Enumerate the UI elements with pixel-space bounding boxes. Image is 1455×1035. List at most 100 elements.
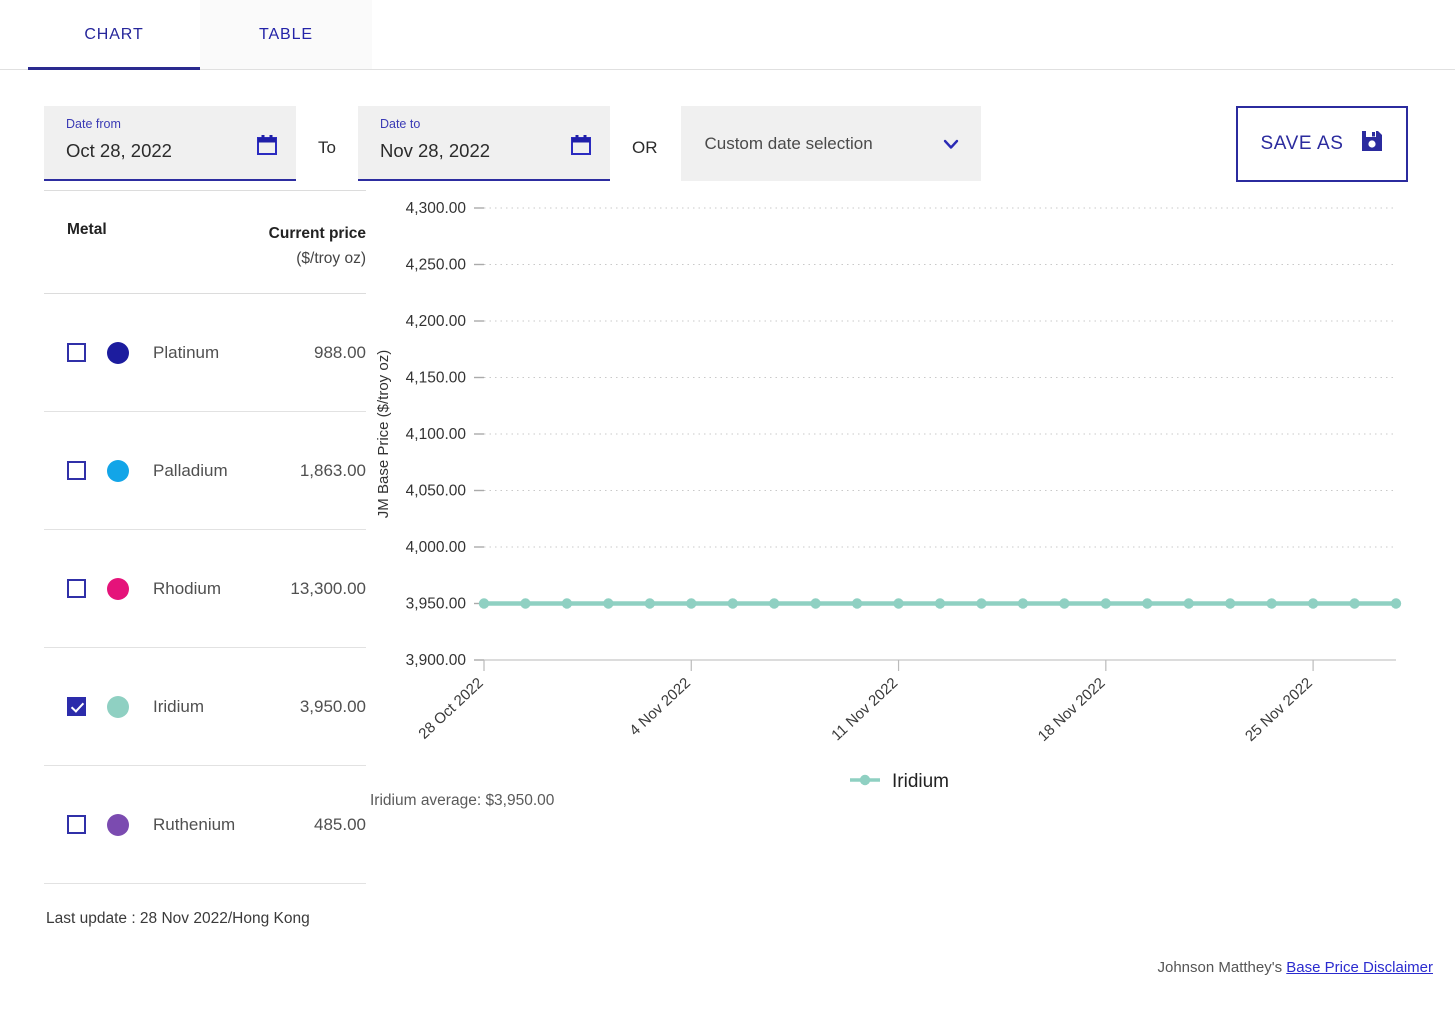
x-tick-label: 28 Oct 2022 (415, 674, 486, 742)
data-point[interactable] (1266, 598, 1277, 609)
checkbox-platinum[interactable] (67, 343, 86, 362)
tab-chart-label: CHART (84, 25, 144, 43)
data-point[interactable] (893, 598, 904, 609)
metal-price: 988.00 (314, 342, 366, 362)
data-point[interactable] (851, 598, 863, 609)
color-swatch-icon (107, 813, 129, 836)
custom-date-selection-dropdown[interactable]: Custom date selection (681, 106, 982, 181)
y-tick-label: 4,000.00 (406, 539, 467, 556)
metal-row-platinum[interactable]: Platinum 988.00 (44, 294, 366, 412)
disclaimer-text: Johnson Matthey's Base Price Disclaimer (1158, 959, 1434, 976)
to-separator: To (318, 138, 336, 157)
y-tick-label: 3,900.00 (406, 652, 467, 669)
header-metal: Metal (67, 221, 107, 238)
calendar-icon[interactable] (256, 134, 278, 156)
metal-name: Palladium (153, 460, 228, 480)
controls-bar: Date from Oct 28, 2022 To Date to Nov 28… (0, 70, 1455, 190)
legend-marker-icon (859, 774, 871, 786)
tab-bar: CHART TABLE (0, 0, 1455, 70)
header-current-price-line2: ($/troy oz) (296, 250, 366, 267)
last-update-text: Last update : 28 Nov 2022/Hong Kong (46, 910, 310, 927)
color-swatch-icon (107, 341, 129, 364)
data-point[interactable] (768, 598, 780, 609)
header-current-price-line1: Current price (268, 225, 366, 242)
metal-name: Iridium (153, 696, 205, 716)
footer: Johnson Matthey's Base Price Disclaimer (0, 928, 1455, 990)
color-swatch-icon (107, 577, 129, 600)
data-point[interactable] (1224, 598, 1236, 609)
data-point[interactable] (1349, 598, 1360, 609)
save-as-label: SAVE AS (1260, 133, 1344, 154)
data-point[interactable] (1183, 598, 1194, 609)
date-to-field[interactable]: Date to Nov 28, 2022 (357, 106, 610, 181)
tab-table-label: TABLE (259, 25, 313, 43)
y-tick-label: 4,150.00 (406, 370, 467, 387)
color-swatch-icon (107, 695, 129, 718)
data-point[interactable] (1100, 598, 1112, 609)
y-tick-label: 3,950.00 (406, 596, 467, 613)
data-point[interactable] (934, 598, 946, 609)
data-point[interactable] (1307, 598, 1319, 609)
price-line-chart[interactable]: JM Base Price ($/troy oz) 3,900.00 3,950.0… (366, 190, 1411, 792)
data-point[interactable] (976, 598, 987, 609)
tab-spacer (0, 0, 28, 69)
chart-average-text: Iridium average: $3,950.00 (370, 792, 555, 809)
checkbox-rhodium[interactable] (67, 579, 86, 598)
date-from-value: Oct 28, 2022 (66, 140, 172, 161)
data-point[interactable] (644, 598, 656, 609)
color-swatch-icon (107, 459, 129, 482)
metal-name: Platinum (153, 342, 220, 362)
metal-name: Rhodium (153, 578, 222, 598)
data-point[interactable] (603, 598, 614, 609)
main-content: Metal Current price ($/troy oz) Platinum… (0, 190, 1455, 928)
data-point[interactable] (1059, 598, 1070, 609)
metal-rows: Platinum 988.00 Palladium 1,863.00 Rhodium 13… (44, 294, 366, 884)
y-axis-title: JM Base Price ($/troy oz) (375, 350, 392, 518)
metal-list-panel: Metal Current price ($/troy oz) Platinum… (44, 190, 366, 928)
metal-price: 1,863.00 (299, 460, 366, 480)
metal-price: 3,950.00 (299, 696, 366, 716)
header-current-price: Current price ($/troy oz) (269, 221, 366, 271)
base-price-disclaimer-link[interactable]: Base Price Disclaimer (1286, 959, 1433, 976)
x-tick-label: 18 Nov 2022 (1035, 674, 1109, 744)
data-point[interactable] (810, 598, 821, 609)
metal-row-palladium[interactable]: Palladium 1,863.00 (44, 412, 366, 530)
x-tick-label: 11 Nov 2022 (828, 674, 901, 744)
tab-table[interactable]: TABLE (200, 0, 372, 69)
y-tick-label: 4,200.00 (406, 313, 467, 330)
chart-area: JM Base Price ($/troy oz) 3,900.00 3,950.0… (366, 190, 1411, 792)
disclaimer-prefix: Johnson Matthey's (1157, 959, 1283, 976)
legend-label[interactable]: Iridium (892, 771, 949, 792)
x-tick-label: 4 Nov 2022 (626, 674, 694, 739)
calendar-icon[interactable] (570, 134, 592, 156)
metal-row-rhodium[interactable]: Rhodium 13,300.00 (44, 530, 366, 648)
metal-row-ruthenium[interactable]: Ruthenium 485.00 (44, 766, 366, 884)
metal-price: 485.00 (314, 814, 366, 834)
chart-panel: JM Base Price ($/troy oz) 3,900.00 3,950.0… (366, 190, 1455, 928)
or-separator: OR (631, 138, 658, 157)
data-point[interactable] (1017, 598, 1029, 609)
date-from-field[interactable]: Date from Oct 28, 2022 (44, 106, 296, 181)
floppy-disk-icon (1360, 129, 1384, 159)
metal-price: 13,300.00 (290, 578, 366, 598)
data-point[interactable] (1390, 598, 1402, 609)
data-point[interactable] (520, 598, 531, 609)
y-tick-label: 4,300.00 (406, 200, 467, 217)
data-point[interactable] (561, 598, 573, 609)
tab-chart[interactable]: CHART (28, 0, 200, 70)
checkbox-palladium[interactable] (67, 461, 86, 480)
data-point[interactable] (686, 598, 697, 609)
metal-row-iridium[interactable]: Iridium 3,950.00 (44, 648, 366, 766)
data-point[interactable] (727, 598, 738, 609)
checkbox-ruthenium[interactable] (67, 815, 86, 834)
metal-name: Ruthenium (153, 814, 236, 834)
date-to-label: Date to (379, 117, 421, 131)
y-tick-label: 4,050.00 (406, 483, 467, 500)
metal-table-header: Metal Current price ($/troy oz) (44, 190, 366, 294)
checkbox-iridium[interactable] (67, 697, 86, 716)
date-from-label: Date from (66, 117, 121, 131)
data-point[interactable] (478, 598, 490, 609)
data-point[interactable] (1142, 598, 1153, 609)
date-to-value: Nov 28, 2022 (379, 140, 491, 161)
save-as-button[interactable]: SAVE AS (1236, 106, 1408, 182)
